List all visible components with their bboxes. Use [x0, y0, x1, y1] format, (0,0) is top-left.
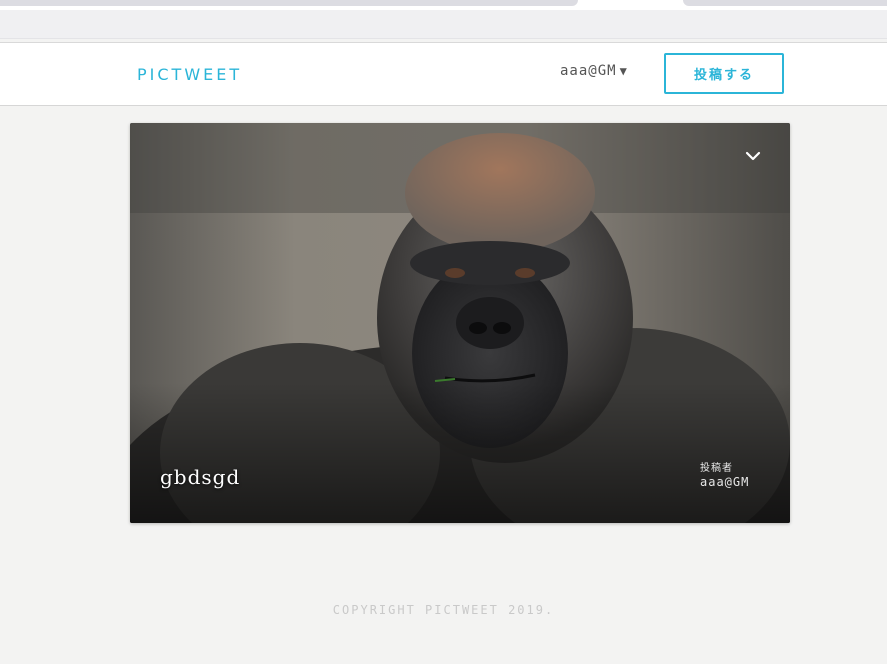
- tweet-title: gbdsgd: [160, 465, 241, 489]
- author-label: 投稿者: [700, 463, 733, 474]
- caret-down-icon: ▼: [619, 64, 628, 78]
- tweet-card[interactable]: gbdsgd 投稿者 aaa@GM: [130, 123, 790, 523]
- card-caption-gradient: [130, 383, 790, 523]
- user-menu-label: aaa@GM: [560, 63, 617, 79]
- footer-copyright: Copyright Pictweet 2019.: [332, 603, 555, 617]
- browser-chrome: [0, 0, 887, 10]
- site-header: pictweet aaa@GM ▼ 投稿する: [0, 42, 887, 106]
- browser-tab[interactable]: [0, 0, 578, 6]
- author-name[interactable]: aaa@GM: [700, 475, 749, 489]
- post-button[interactable]: 投稿する: [664, 53, 784, 94]
- browser-toolbar: [0, 10, 887, 39]
- browser-tab[interactable]: [683, 0, 887, 6]
- chevron-down-icon[interactable]: [742, 147, 764, 165]
- user-menu[interactable]: aaa@GM ▼: [560, 63, 628, 79]
- site-logo[interactable]: pictweet: [137, 65, 242, 84]
